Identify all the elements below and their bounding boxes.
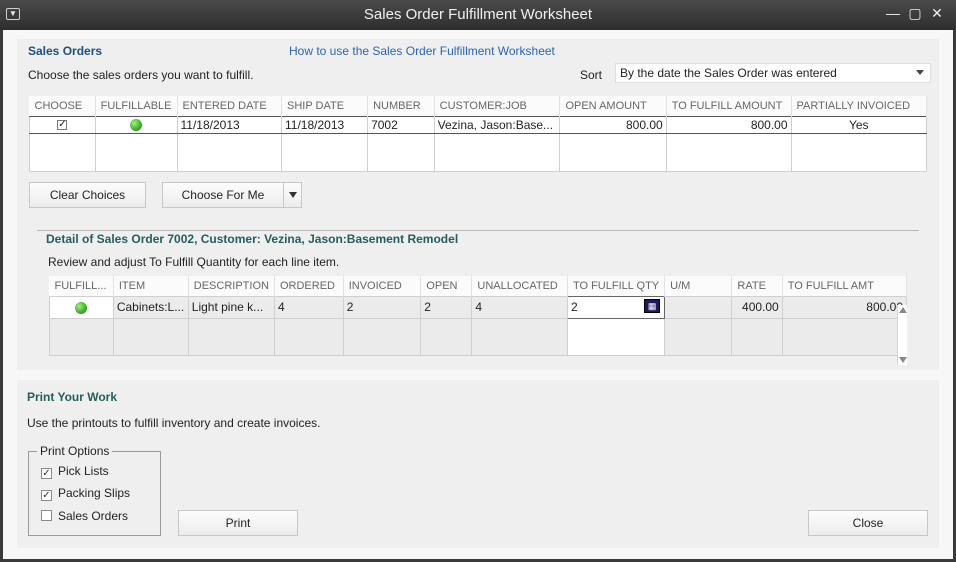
to-fulfill-qty-value: 2 xyxy=(570,300,578,314)
print-title: Print Your Work xyxy=(27,390,118,404)
scroll-up-icon[interactable] xyxy=(899,307,907,313)
option-label: Pick Lists xyxy=(58,464,109,478)
table-row-empty xyxy=(29,132,928,172)
to-fulfill-qty-field[interactable]: 2 ▦ xyxy=(566,295,666,319)
pick-lists-option[interactable]: ✓ Pick Lists xyxy=(41,464,109,479)
column-header[interactable]: UNALLOCATED xyxy=(471,276,568,296)
table-row-empty xyxy=(49,317,908,356)
partially-invoiced-cell: Yes xyxy=(790,115,928,134)
detail-table: FULFILL... ITEM DESCRIPTION ORDERED INVO… xyxy=(49,276,908,356)
um-cell[interactable] xyxy=(664,295,733,319)
fulfillable-cell xyxy=(94,115,178,134)
option-label: Packing Slips xyxy=(58,486,131,500)
column-header[interactable]: FULFILLABLE xyxy=(95,96,178,116)
sales-orders-title: Sales Orders xyxy=(28,44,103,58)
column-header[interactable]: CUSTOMER:JOB xyxy=(434,96,561,116)
checkbox-unchecked-icon[interactable] xyxy=(41,510,52,521)
invoiced-cell: 2 xyxy=(342,295,422,319)
open-cell: 2 xyxy=(420,295,473,319)
divider xyxy=(37,230,919,231)
chevron-down-icon[interactable] xyxy=(283,183,301,207)
sales-orders-table: CHOOSE FULFILLABLE ENTERED DATE SHIP DAT… xyxy=(29,96,928,172)
sales-orders-instruction: Choose the sales orders you want to fulf… xyxy=(28,68,254,82)
column-header[interactable]: NUMBER xyxy=(367,96,435,116)
sales-orders-option[interactable]: Sales Orders xyxy=(41,509,128,523)
status-green-icon xyxy=(75,301,88,314)
number-cell: 7002 xyxy=(367,115,435,134)
checkbox-checked-icon[interactable]: ✓ xyxy=(41,468,52,479)
column-header[interactable]: OPEN AMOUNT xyxy=(559,96,667,116)
item-cell: Cabinets:L... xyxy=(112,295,189,319)
detail-title: Detail of Sales Order 7002, Customer: Ve… xyxy=(46,232,459,246)
sales-orders-panel: Sales Orders How to use the Sales Order … xyxy=(17,39,939,370)
detail-scrollbar[interactable] xyxy=(897,305,907,365)
choose-for-me-label: Choose For Me xyxy=(181,188,265,202)
description-cell: Light pine k... xyxy=(187,295,275,319)
checkbox-checked-icon[interactable]: ✓ xyxy=(41,490,52,501)
to-fulfill-amount-cell: 800.00 xyxy=(665,115,792,134)
minimize-icon[interactable]: — xyxy=(884,4,902,22)
column-header[interactable]: FULFILL... xyxy=(49,276,114,296)
fulfillable-cell xyxy=(49,295,114,319)
close-window-icon[interactable]: ✕ xyxy=(928,4,946,22)
sort-dropdown[interactable]: By the date the Sales Order was entered xyxy=(615,63,931,83)
choose-for-me-button[interactable]: Choose For Me xyxy=(162,182,302,208)
scroll-down-icon[interactable] xyxy=(899,357,907,363)
choose-checkbox[interactable]: ✓ xyxy=(57,120,68,131)
column-header[interactable]: ORDERED xyxy=(274,276,344,296)
column-header[interactable]: TO FULFILL QTY xyxy=(567,276,666,296)
print-instruction: Use the printouts to fulfill inventory a… xyxy=(27,416,321,430)
print-options-legend: Print Options xyxy=(40,444,110,458)
to-fulfill-amt-cell: 800.00 xyxy=(781,295,908,319)
table-row[interactable]: ✓ 11/18/2013 11/18/2013 7002 Vezina, Jas… xyxy=(29,115,928,134)
calculator-icon[interactable]: ▦ xyxy=(644,298,661,313)
choose-cell[interactable]: ✓ xyxy=(29,115,96,134)
entered-date-cell: 11/18/2013 xyxy=(176,115,283,134)
open-amount-cell: 800.00 xyxy=(559,115,667,134)
sort-label: Sort xyxy=(580,68,603,82)
column-header[interactable]: TO FULFILL AMOUNT xyxy=(666,96,792,116)
column-header[interactable]: INVOICED xyxy=(343,276,422,296)
print-button[interactable]: Print xyxy=(178,510,298,536)
table-header-row: FULFILL... ITEM DESCRIPTION ORDERED INVO… xyxy=(49,276,908,296)
column-header[interactable]: TO FULFILL AMT xyxy=(782,276,908,296)
maximize-icon[interactable]: ▢ xyxy=(906,4,924,22)
help-link[interactable]: How to use the Sales Order Fulfillment W… xyxy=(289,44,555,58)
option-label: Sales Orders xyxy=(58,509,129,523)
column-header[interactable]: SHIP DATE xyxy=(281,96,369,116)
table-header-row: CHOOSE FULFILLABLE ENTERED DATE SHIP DAT… xyxy=(29,96,928,116)
chevron-down-icon xyxy=(916,70,924,75)
table-row[interactable]: Cabinets:L... Light pine k... 4 2 2 4 2 … xyxy=(49,295,908,319)
title-bar: ▼ Sales Order Fulfillment Worksheet — ▢ … xyxy=(0,0,956,30)
column-header[interactable]: ITEM xyxy=(113,276,189,296)
detail-instruction: Review and adjust To Fulfill Quantity fo… xyxy=(48,255,340,269)
ordered-cell: 4 xyxy=(273,295,344,319)
print-panel: Print Your Work Use the printouts to ful… xyxy=(17,380,939,548)
column-header[interactable]: OPEN xyxy=(420,276,473,296)
status-green-icon xyxy=(130,119,143,132)
column-header[interactable]: U/M xyxy=(664,276,733,296)
rate-cell: 400.00 xyxy=(731,295,783,319)
window-client-area: Sales Orders How to use the Sales Order … xyxy=(3,30,953,559)
unallocated-cell: 4 xyxy=(471,295,568,319)
column-header[interactable]: PARTIALLY INVOICED xyxy=(791,96,928,116)
sort-value: By the date the Sales Order was entered xyxy=(620,66,837,80)
column-header[interactable]: RATE xyxy=(731,276,783,296)
window-title: Sales Order Fulfillment Worksheet xyxy=(363,6,593,23)
column-header[interactable]: CHOOSE xyxy=(29,96,96,116)
ship-date-cell: 11/18/2013 xyxy=(281,115,369,134)
packing-slips-option[interactable]: ✓ Packing Slips xyxy=(41,486,130,501)
column-header[interactable]: ENTERED DATE xyxy=(177,96,283,116)
customer-job-cell: Vezina, Jason:Base... xyxy=(433,115,561,134)
close-button[interactable]: Close xyxy=(808,510,928,536)
clear-choices-button[interactable]: Clear Choices xyxy=(29,182,146,208)
column-header[interactable]: DESCRIPTION xyxy=(188,276,275,296)
